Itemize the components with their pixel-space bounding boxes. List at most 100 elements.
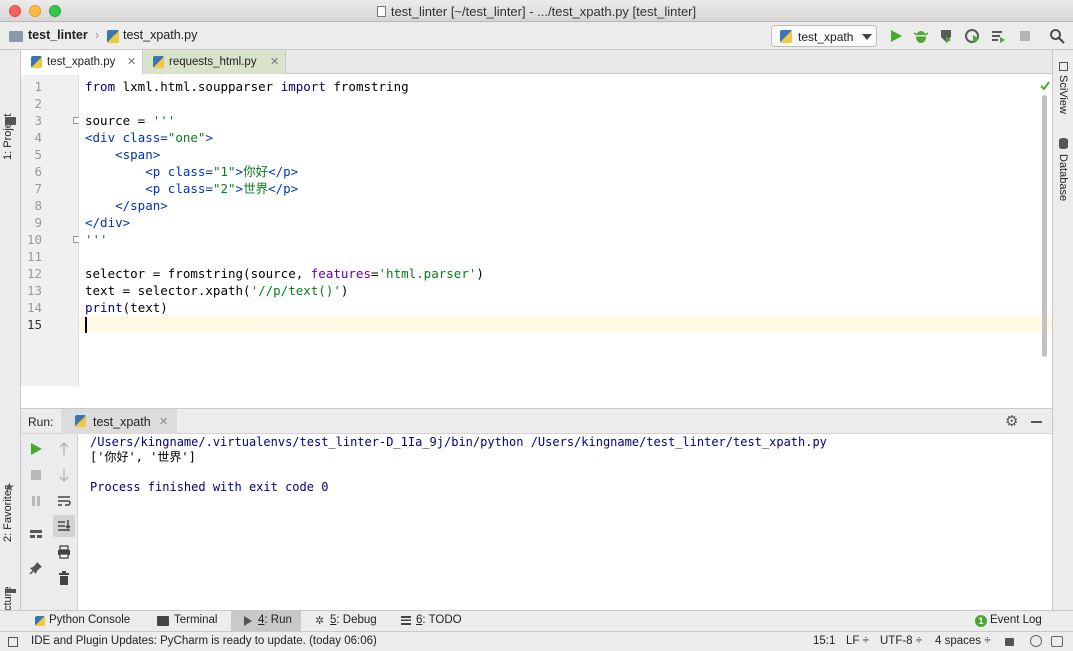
- profile-icon[interactable]: [964, 28, 980, 44]
- editor-scrollbar[interactable]: [1042, 95, 1047, 357]
- stop-icon[interactable]: [29, 468, 43, 482]
- stop-icon[interactable]: [1017, 28, 1033, 44]
- code-token: <p: [145, 164, 168, 179]
- line-number: 12: [26, 266, 42, 281]
- run-panel-label: Run:: [28, 415, 54, 429]
- print-icon[interactable]: [57, 545, 71, 559]
- line-number: 14: [26, 300, 42, 315]
- run-tool-tab[interactable]: 4: Run: [231, 611, 301, 631]
- tab-label: test_xpath.py: [47, 56, 116, 68]
- line-number: 2: [34, 96, 42, 111]
- code-token: >: [235, 181, 244, 196]
- close-icon[interactable]: ✕: [127, 55, 136, 68]
- search-icon[interactable]: [1049, 28, 1065, 44]
- database-tool-window-button[interactable]: Database: [1057, 154, 1069, 201]
- folder-icon: [9, 31, 23, 42]
- run-configuration-select[interactable]: test_xpath: [771, 25, 877, 47]
- code-token: class=: [167, 164, 213, 179]
- concurrency-icon[interactable]: [990, 28, 1006, 44]
- inspector-icon[interactable]: [1030, 635, 1042, 647]
- breadcrumb-file[interactable]: test_xpath.py: [123, 28, 197, 42]
- code-token: 'html.parser': [378, 266, 477, 281]
- code-line: selector = fromstring(source, features='…: [85, 265, 484, 282]
- code-token: <p: [145, 181, 168, 196]
- line-number: 6: [34, 164, 42, 179]
- code-token: (text): [122, 300, 168, 315]
- line-number-gutter: 1 2 3 4 5 6 7 8 9 10 11 12 13 14 15: [21, 75, 80, 386]
- terminal-tab[interactable]: Terminal: [174, 614, 217, 626]
- run-icon[interactable]: [888, 28, 904, 44]
- status-message[interactable]: IDE and Plugin Updates: PyCharm is ready…: [31, 635, 377, 647]
- soft-wrap-icon[interactable]: [57, 494, 71, 508]
- close-icon[interactable]: ✕: [159, 415, 168, 428]
- line-number: 7: [34, 181, 42, 196]
- code-line: <span>: [85, 146, 160, 163]
- breadcrumb-project[interactable]: test_linter: [28, 28, 88, 42]
- down-arrow-icon[interactable]: [57, 468, 71, 482]
- left-tool-strip: 1: Project 2: Favorites ★ Z: Structure: [0, 50, 21, 644]
- pin-icon[interactable]: [29, 561, 43, 575]
- line-number: 3: [34, 113, 42, 128]
- code-token: ): [476, 266, 484, 281]
- todo-tab[interactable]: 6: TODO: [416, 614, 462, 626]
- code-token: >: [205, 130, 213, 145]
- code-token: class=: [167, 181, 213, 196]
- trash-icon[interactable]: [57, 571, 71, 585]
- code-line: text = selector.xpath('//p/text()'): [85, 282, 348, 299]
- rerun-icon[interactable]: [29, 442, 43, 456]
- code-token: source =: [85, 113, 153, 128]
- navigation-bar: test_linter › test_xpath.py test_xpath: [0, 22, 1073, 50]
- code-token: 世界: [243, 181, 269, 196]
- layout-icon[interactable]: [29, 527, 43, 541]
- toggle-tool-windows-icon[interactable]: [8, 637, 18, 647]
- coverage-icon[interactable]: [938, 28, 954, 44]
- line-number: 5: [34, 147, 42, 162]
- console-line: Process finished with exit code 0: [90, 480, 329, 494]
- code-line: </div>: [85, 214, 130, 231]
- hide-panel-icon[interactable]: [1031, 421, 1042, 423]
- python-console-tab[interactable]: Python Console: [49, 614, 130, 626]
- up-arrow-icon[interactable]: [57, 442, 71, 456]
- debug-tab[interactable]: 5: Debug: [330, 614, 377, 626]
- close-icon[interactable]: ✕: [270, 55, 279, 68]
- line-separator[interactable]: LF ÷: [846, 635, 869, 647]
- code-token: from: [85, 79, 116, 94]
- text-caret: [85, 317, 87, 333]
- file-encoding[interactable]: UTF-8 ÷: [880, 635, 922, 647]
- code-editor[interactable]: from lxml.html.soupparser import fromstr…: [79, 75, 1052, 386]
- pause-icon[interactable]: [29, 494, 43, 508]
- line-number: 13: [26, 283, 42, 298]
- code-token: import: [280, 79, 326, 94]
- sciview-tool-window-button[interactable]: SciView: [1057, 75, 1069, 114]
- gear-icon[interactable]: ⚙: [1005, 412, 1018, 430]
- event-log-tab[interactable]: Event Log: [990, 614, 1042, 626]
- structure-icon: [5, 589, 16, 593]
- cursor-position[interactable]: 15:1: [813, 635, 835, 647]
- run-panel-header: Run: test_xpath ✕ ⚙: [21, 408, 1052, 434]
- code-token: 你好: [243, 164, 269, 179]
- notifications-icon[interactable]: [1051, 636, 1063, 647]
- dropdown-arrow-icon: [862, 34, 872, 40]
- lock-icon[interactable]: [1005, 638, 1014, 646]
- debug-icon[interactable]: [913, 28, 929, 44]
- window-title: test_linter [~/test_linter] - .../test_x…: [0, 4, 1073, 19]
- python-file-icon: [107, 30, 119, 43]
- line-number: 15: [26, 317, 42, 332]
- line-number: 4: [34, 130, 42, 145]
- tab-requests-html[interactable]: requests_html.py ✕: [143, 50, 286, 74]
- code-token: <span>: [115, 147, 161, 162]
- tab-test-xpath[interactable]: test_xpath.py ✕: [21, 50, 143, 74]
- code-token: text = selector.xpath(: [85, 283, 251, 298]
- tab-label: requests_html.py: [169, 56, 257, 68]
- code-token: </div>: [85, 215, 131, 230]
- indent-setting[interactable]: 4 spaces ÷: [935, 635, 991, 647]
- terminal-icon: [157, 616, 169, 626]
- scroll-to-end-icon: [58, 520, 71, 531]
- run-tab-test-xpath[interactable]: test_xpath ✕: [61, 409, 177, 434]
- scroll-to-end-button[interactable]: [53, 515, 75, 537]
- run-console-output[interactable]: /Users/kingname/.virtualenvs/test_linter…: [78, 434, 1052, 610]
